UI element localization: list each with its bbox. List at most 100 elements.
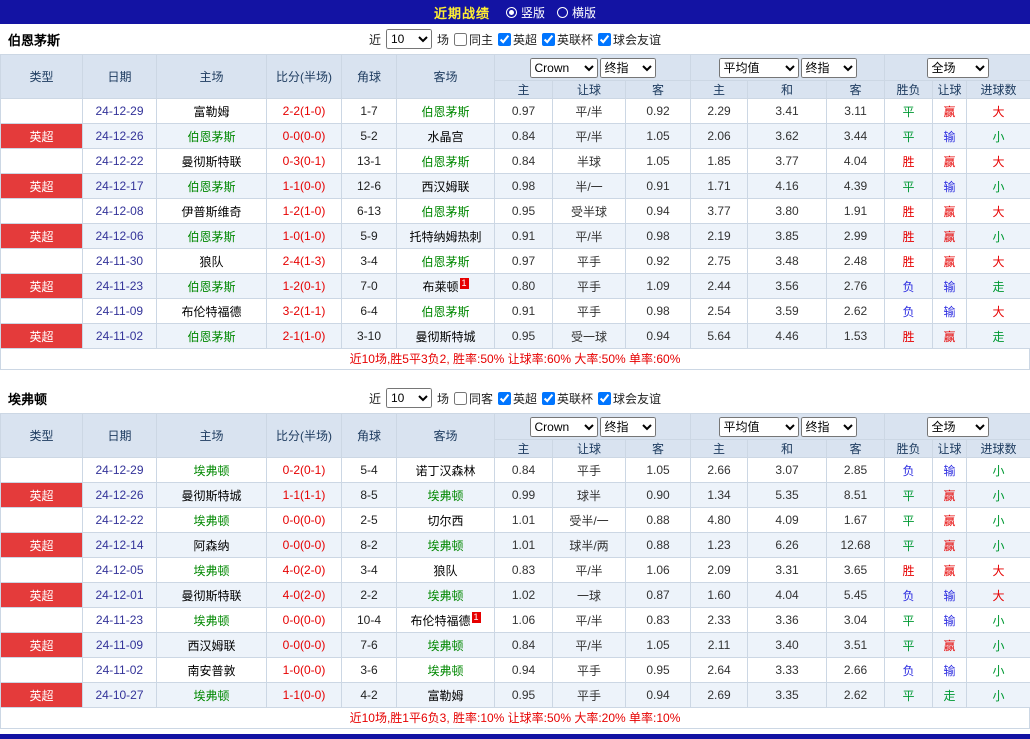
league-filter[interactable]: 英联杯 — [542, 31, 593, 48]
home-team-name[interactable]: 布伦特福德 — [181, 305, 241, 319]
home-team-name[interactable]: 埃弗顿 — [193, 614, 229, 628]
match-score-cell[interactable]: 2-4(1-3) — [267, 249, 342, 274]
home-team-name[interactable]: 伊普斯维奇 — [181, 205, 241, 219]
average-select-cell: 平均值终指 — [691, 55, 885, 81]
match-score-cell[interactable]: 1-2(0-1) — [267, 274, 342, 299]
match-score-cell[interactable]: 0-2(0-1) — [267, 458, 342, 483]
home-team-name[interactable]: 曼彻斯特联 — [181, 589, 241, 603]
match-score-cell[interactable]: 0-0(0-0) — [267, 533, 342, 558]
home-team-name[interactable]: 埃弗顿 — [193, 464, 229, 478]
home-team-name[interactable]: 南安普敦 — [187, 664, 235, 678]
league-checkbox[interactable] — [598, 33, 611, 46]
avg-away-odds-cell: 4.04 — [827, 149, 885, 174]
league-filter[interactable]: 球会友谊 — [598, 390, 661, 407]
away-team-name[interactable]: 伯恩茅斯 — [421, 105, 469, 119]
match-score-cell[interactable]: 0-3(0-1) — [267, 149, 342, 174]
away-team-name[interactable]: 埃弗顿 — [427, 489, 463, 503]
match-score-cell[interactable]: 1-1(0-0) — [267, 174, 342, 199]
same-venue-filter[interactable]: 同客 — [454, 390, 493, 407]
league-type-cell: 英超 — [1, 249, 83, 274]
match-score-cell[interactable]: 2-2(1-0) — [267, 99, 342, 124]
home-team-cell: 埃弗顿 — [157, 458, 267, 483]
league-filter[interactable]: 英联杯 — [542, 390, 593, 407]
match-score-cell[interactable]: 1-1(0-0) — [267, 683, 342, 708]
home-team-name[interactable]: 伯恩茅斯 — [187, 180, 235, 194]
away-team-name[interactable]: 狼队 — [433, 564, 457, 578]
away-team-name[interactable]: 伯恩茅斯 — [421, 255, 469, 269]
book-handicap-cell: 平手 — [553, 274, 626, 299]
bookmaker-select[interactable]: Crown — [530, 417, 598, 437]
match-score-cell[interactable]: 4-0(2-0) — [267, 583, 342, 608]
same-venue-checkbox[interactable] — [454, 33, 467, 46]
home-team-name[interactable]: 伯恩茅斯 — [187, 130, 235, 144]
scope-select[interactable]: 全场 — [927, 417, 989, 437]
home-team-name[interactable]: 伯恩茅斯 — [187, 280, 235, 294]
away-team-name[interactable]: 西汉姆联 — [421, 180, 469, 194]
same-venue-filter[interactable]: 同主 — [454, 31, 493, 48]
league-type-cell: 英超 — [1, 124, 83, 149]
average-select[interactable]: 平均值 — [719, 58, 799, 78]
layout-radio[interactable]: 竖版 — [506, 4, 545, 21]
odds-kind-select[interactable]: 终指 — [600, 417, 656, 437]
league-checkbox[interactable] — [498, 392, 511, 405]
away-team-name[interactable]: 水晶宫 — [427, 130, 463, 144]
match-score-cell[interactable]: 1-0(0-0) — [267, 658, 342, 683]
recent-count-select[interactable]: 10 — [386, 29, 432, 49]
result-cell: 平 — [885, 633, 933, 658]
same-venue-checkbox[interactable] — [454, 392, 467, 405]
league-checkbox[interactable] — [542, 33, 555, 46]
away-team-name[interactable]: 诺丁汉森林 — [415, 464, 475, 478]
away-team-name[interactable]: 伯恩茅斯 — [421, 205, 469, 219]
home-team-name[interactable]: 伯恩茅斯 — [187, 230, 235, 244]
match-score-cell[interactable]: 0-0(0-0) — [267, 508, 342, 533]
recent-count-select[interactable]: 10 — [386, 388, 432, 408]
home-team-name[interactable]: 西汉姆联 — [187, 639, 235, 653]
away-team-name[interactable]: 伯恩茅斯 — [421, 155, 469, 169]
away-team-name[interactable]: 埃弗顿 — [427, 664, 463, 678]
match-score-cell[interactable]: 2-1(1-0) — [267, 324, 342, 349]
odds-kind-select[interactable]: 终指 — [600, 58, 656, 78]
league-filter[interactable]: 英超 — [498, 31, 537, 48]
match-score-cell[interactable]: 3-2(1-1) — [267, 299, 342, 324]
avg-away-odds-cell: 3.04 — [827, 608, 885, 633]
away-team-name[interactable]: 埃弗顿 — [427, 639, 463, 653]
league-checkbox[interactable] — [598, 392, 611, 405]
match-score-cell[interactable]: 1-0(1-0) — [267, 224, 342, 249]
match-score-cell[interactable]: 0-0(0-0) — [267, 633, 342, 658]
bookmaker-select[interactable]: Crown — [530, 58, 598, 78]
home-team-name[interactable]: 狼队 — [199, 255, 223, 269]
home-team-name[interactable]: 阿森纳 — [193, 539, 229, 553]
league-checkbox[interactable] — [498, 33, 511, 46]
match-score-cell[interactable]: 1-1(1-1) — [267, 483, 342, 508]
away-team-name[interactable]: 富勒姆 — [427, 689, 463, 703]
league-filter[interactable]: 英超 — [498, 390, 537, 407]
red-card-badge: 1 — [460, 278, 469, 289]
layout-radio[interactable]: 横版 — [557, 4, 596, 21]
home-team-name[interactable]: 伯恩茅斯 — [187, 330, 235, 344]
away-team-cell: 布莱顿1 — [397, 274, 495, 299]
average-select[interactable]: 平均值 — [719, 417, 799, 437]
home-team-name[interactable]: 曼彻斯特城 — [181, 489, 241, 503]
away-team-name[interactable]: 埃弗顿 — [427, 589, 463, 603]
home-team-name[interactable]: 富勒姆 — [193, 105, 229, 119]
league-filter[interactable]: 球会友谊 — [598, 31, 661, 48]
match-score-cell[interactable]: 4-0(2-0) — [267, 558, 342, 583]
away-team-name[interactable]: 布莱顿 — [422, 280, 458, 294]
away-team-name[interactable]: 布伦特福德 — [410, 614, 470, 628]
home-team-name[interactable]: 埃弗顿 — [193, 514, 229, 528]
away-team-name[interactable]: 埃弗顿 — [427, 539, 463, 553]
match-score-cell[interactable]: 0-0(0-0) — [267, 124, 342, 149]
avg-kind-select[interactable]: 终指 — [801, 417, 857, 437]
league-checkbox[interactable] — [542, 392, 555, 405]
home-team-name[interactable]: 埃弗顿 — [193, 564, 229, 578]
home-team-name[interactable]: 埃弗顿 — [193, 689, 229, 703]
home-team-name[interactable]: 曼彻斯特联 — [181, 155, 241, 169]
away-team-name[interactable]: 曼彻斯特城 — [415, 330, 475, 344]
match-score-cell[interactable]: 1-2(1-0) — [267, 199, 342, 224]
avg-kind-select[interactable]: 终指 — [801, 58, 857, 78]
scope-select[interactable]: 全场 — [927, 58, 989, 78]
away-team-name[interactable]: 伯恩茅斯 — [421, 305, 469, 319]
away-team-name[interactable]: 托特纳姆热刺 — [409, 230, 481, 244]
match-score-cell[interactable]: 0-0(0-0) — [267, 608, 342, 633]
away-team-name[interactable]: 切尔西 — [427, 514, 463, 528]
